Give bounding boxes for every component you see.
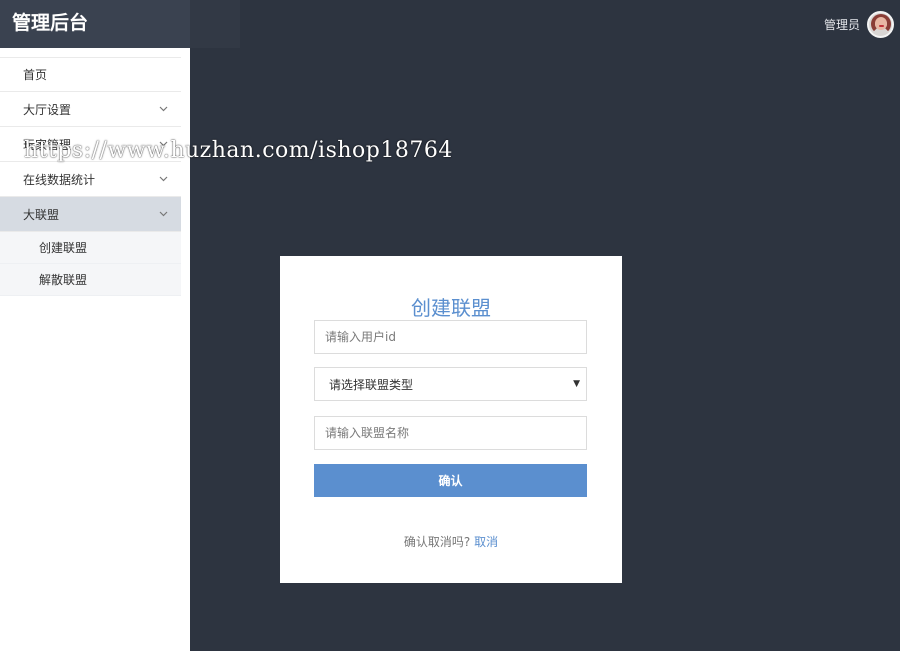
sidebar-item-alliance[interactable]: 大联盟 <box>0 197 181 232</box>
sidebar-item-label: 首页 <box>23 68 48 82</box>
watermark-text: https://www.huzhan.com/ishop18764 <box>24 138 453 163</box>
chevron-down-icon <box>157 208 169 220</box>
sidebar-item-label: 大联盟 <box>23 207 60 222</box>
user-id-input[interactable] <box>314 320 587 354</box>
caret-down-icon: ▼ <box>573 379 580 389</box>
cancel-link[interactable]: 取消 <box>474 535 498 549</box>
alliance-name-input[interactable] <box>314 416 587 450</box>
alliance-type-select[interactable]: 请选择联盟类型 ▼ <box>314 367 587 401</box>
confirm-button[interactable]: 确认 <box>314 464 587 497</box>
avatar-mouth-shape <box>879 24 884 27</box>
sidebar-item-home[interactable]: 首页 <box>0 57 181 92</box>
avatar-face-shape <box>875 16 887 30</box>
cancel-row: 确认取消吗? 取消 <box>280 533 622 550</box>
sidebar-item-label: 大厅设置 <box>23 102 72 117</box>
avatar[interactable] <box>867 10 894 38</box>
sidebar-item-label: 在线数据统计 <box>23 172 96 187</box>
chevron-down-icon <box>157 103 169 115</box>
sidebar-item-hall-settings[interactable]: 大厅设置 <box>0 92 181 127</box>
header-spacer <box>190 0 240 48</box>
submenu-item-create-alliance[interactable]: 创建联盟 <box>0 232 181 264</box>
alliance-submenu: 创建联盟 解散联盟 <box>0 232 181 296</box>
alliance-type-value: 请选择联盟类型 <box>329 377 414 392</box>
user-name[interactable]: 管理员 <box>824 16 860 33</box>
form-title: 创建联盟 <box>411 296 491 320</box>
sidebar-item-online-stats[interactable]: 在线数据统计 <box>0 162 181 197</box>
cancel-prompt: 确认取消吗? <box>403 535 471 549</box>
user-menu[interactable]: 管理员 <box>824 9 894 39</box>
create-alliance-form: 创建联盟 请选择联盟类型 ▼ 确认 确认取消吗? 取消 <box>280 256 622 583</box>
app-title: 管理后台 <box>0 0 190 48</box>
chevron-down-icon <box>157 173 169 185</box>
submenu-item-dissolve-alliance[interactable]: 解散联盟 <box>0 264 181 296</box>
